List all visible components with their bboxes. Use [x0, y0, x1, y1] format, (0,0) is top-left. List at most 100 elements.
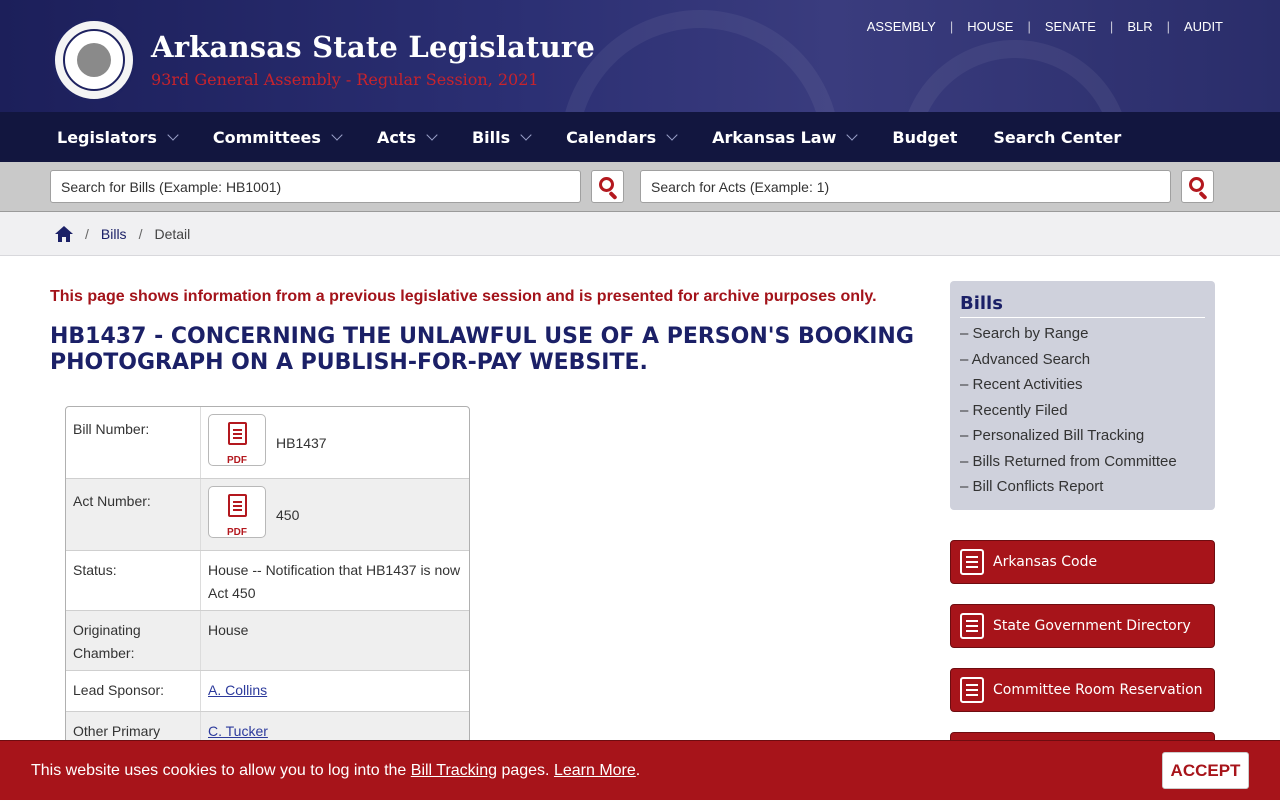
sidebar-link-advanced-search[interactable]: – Advanced Search: [960, 351, 1205, 370]
search-icon-handle: [1198, 190, 1208, 201]
document-icon: [228, 494, 247, 517]
chevron-down-icon: [520, 128, 532, 141]
bill-tracking-link[interactable]: Bill Tracking: [411, 762, 497, 779]
breadcrumb-separator: /: [85, 225, 89, 242]
sidebar-link-search-by-range[interactable]: – Search by Range: [960, 325, 1205, 344]
chevron-down-icon: [331, 128, 343, 141]
act-number-cell: PDF 450: [201, 479, 469, 550]
nav-bills[interactable]: Bills: [471, 127, 532, 147]
pdf-label: PDF: [227, 527, 247, 538]
util-link-assembly[interactable]: ASSEMBLY: [867, 19, 936, 34]
chamber-label: Originating Chamber:: [66, 611, 201, 670]
header-background-arch: [900, 40, 1130, 112]
util-separator: |: [1166, 19, 1170, 34]
status-value: House -- Notification that HB1437 is now…: [208, 562, 461, 601]
cookie-banner: This website uses cookies to allow you t…: [0, 740, 1280, 800]
cookie-text: This website uses cookies to allow you t…: [31, 762, 640, 780]
table-row: Lead Sponsor: A. Collins: [66, 671, 469, 712]
chevron-down-icon: [666, 128, 678, 141]
nav-label: Budget: [892, 127, 958, 147]
bill-number-label: Bill Number:: [66, 407, 201, 478]
accept-cookies-button[interactable]: ACCEPT: [1162, 752, 1249, 789]
table-row: Act Number: PDF 450: [66, 479, 469, 551]
search-bar: Search for Bills (Example: HB1001) Searc…: [0, 162, 1280, 212]
sidebar-link-bills-returned[interactable]: – Bills Returned from Committee: [960, 453, 1205, 472]
status-label: Status:: [66, 551, 201, 610]
nav-legislators[interactable]: Legislators: [57, 128, 179, 147]
nav-calendars[interactable]: Calendars: [566, 128, 678, 147]
act-pdf-button[interactable]: PDF: [208, 486, 266, 538]
site-header: Arkansas State Legislature 93rd General …: [0, 0, 1280, 112]
state-seal-logo[interactable]: [52, 18, 136, 102]
util-link-senate[interactable]: SENATE: [1045, 19, 1096, 34]
other-sponsor-link[interactable]: C. Tucker: [208, 723, 268, 739]
util-separator: |: [1109, 19, 1114, 34]
bill-pdf-button[interactable]: PDF: [208, 414, 266, 466]
cookie-text-after: .: [635, 761, 641, 779]
util-link-house[interactable]: HOUSE: [967, 19, 1013, 34]
arkansas-code-button[interactable]: Arkansas Code: [950, 540, 1215, 584]
archive-notice: This page shows information from a previ…: [50, 288, 877, 305]
nav-label: Search Center: [993, 127, 1122, 147]
book-icon: [960, 549, 984, 575]
breadcrumb: / Bills / Detail: [0, 212, 1280, 256]
lead-sponsor-link[interactable]: A. Collins: [208, 682, 267, 698]
util-separator: |: [949, 19, 954, 34]
bill-title: HB1437 - CONCERNING THE UNLAWFUL USE OF …: [50, 324, 914, 375]
bookmark-icon: [960, 677, 984, 703]
chevron-down-icon: [846, 128, 859, 141]
util-separator: |: [1027, 19, 1031, 34]
table-row: Originating Chamber: House: [66, 611, 469, 671]
nav-label: Bills: [471, 127, 511, 147]
room-reservation-button[interactable]: Committee Room Reservation: [950, 668, 1215, 712]
main-nav: Legislators Committees Acts Bills Calend…: [0, 112, 1280, 162]
act-number-value: 450: [276, 507, 300, 523]
act-search-input[interactable]: Search for Acts (Example: 1): [640, 170, 1171, 203]
bill-details-table: Bill Number: PDF HB1437 Act Number: PDF …: [65, 406, 470, 753]
button-label: Arkansas Code: [993, 554, 1098, 570]
document-icon: [228, 422, 247, 445]
chamber-value: House: [208, 622, 249, 638]
act-number-label: Act Number:: [66, 479, 201, 550]
site-title[interactable]: Arkansas State Legislature: [151, 30, 595, 64]
table-row: Bill Number: PDF HB1437: [66, 407, 469, 479]
util-link-blr[interactable]: BLR: [1127, 19, 1152, 34]
sidebar-title: Bills: [960, 293, 1205, 318]
bill-search-button[interactable]: [591, 170, 624, 203]
nav-budget[interactable]: Budget: [892, 128, 957, 147]
nav-label: Acts: [376, 127, 416, 147]
chevron-down-icon: [167, 128, 179, 141]
lead-sponsor-cell: A. Collins: [201, 671, 469, 711]
table-row: Status: House -- Notification that HB143…: [66, 551, 469, 611]
cookie-text-middle: pages.: [497, 761, 554, 779]
breadcrumb-detail: Detail: [154, 225, 191, 242]
seal-core: [77, 43, 111, 77]
breadcrumb-separator: /: [138, 225, 143, 242]
nav-acts[interactable]: Acts: [376, 127, 438, 147]
state-directory-button[interactable]: State Government Directory: [950, 604, 1215, 648]
header-background-arch: [560, 10, 840, 112]
bill-search-input[interactable]: Search for Bills (Example: HB1001): [50, 170, 581, 203]
utility-nav: ASSEMBLY | HOUSE | SENATE | BLR | AUDIT: [867, 19, 1223, 34]
nav-arkansas-law[interactable]: Arkansas Law: [712, 127, 859, 147]
util-link-audit[interactable]: AUDIT: [1184, 19, 1223, 34]
nav-committees[interactable]: Committees: [213, 128, 343, 147]
session-subtitle: 93rd General Assembly - Regular Session,…: [151, 70, 539, 89]
sidebar-link-recent-activities[interactable]: – Recent Activities: [960, 376, 1205, 395]
search-icon: [1189, 177, 1204, 192]
bill-number-cell: PDF HB1437: [201, 407, 469, 478]
sidebar-link-conflicts-report[interactable]: – Bill Conflicts Report: [960, 478, 1205, 497]
lead-sponsor-label: Lead Sponsor:: [66, 671, 201, 711]
nav-label: Arkansas Law: [712, 127, 837, 147]
act-search-button[interactable]: [1181, 170, 1214, 203]
nav-search-center[interactable]: Search Center: [993, 128, 1121, 147]
button-label: State Government Directory: [993, 618, 1191, 634]
sidebar-link-bill-tracking[interactable]: – Personalized Bill Tracking: [960, 427, 1205, 446]
breadcrumb-bills[interactable]: Bills: [101, 226, 127, 242]
building-icon: [960, 613, 984, 639]
sidebar-link-recently-filed[interactable]: – Recently Filed: [960, 402, 1205, 421]
home-icon-door: [62, 236, 66, 242]
learn-more-link[interactable]: Learn More: [554, 762, 636, 779]
home-icon[interactable]: [55, 225, 73, 242]
bills-sidebar: Bills – Search by Range – Advanced Searc…: [950, 281, 1215, 510]
